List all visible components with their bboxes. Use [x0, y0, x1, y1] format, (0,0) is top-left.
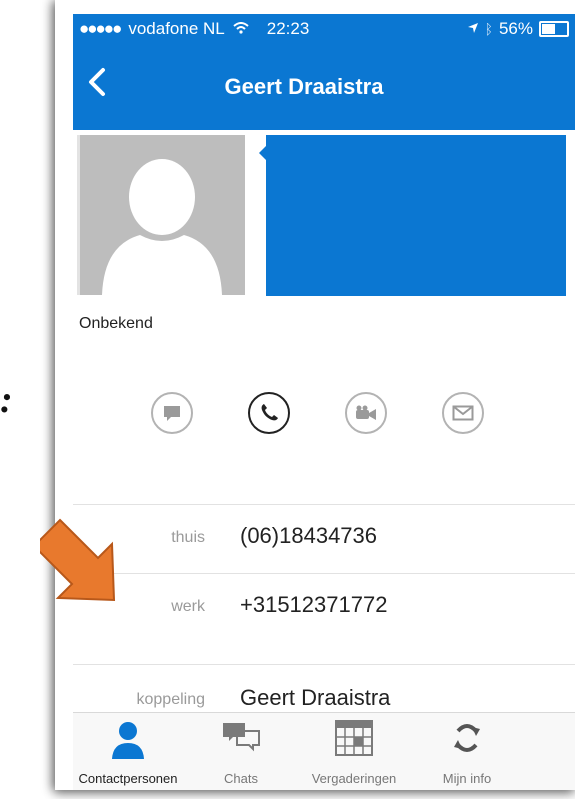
field-label: koppeling	[136, 691, 206, 708]
presence-bubble	[266, 135, 566, 296]
signal-dots-icon: ●●●●●	[79, 19, 122, 38]
chat-bubble-icon	[164, 406, 180, 421]
battery-icon	[539, 21, 569, 37]
tab-label: Chats	[224, 771, 258, 786]
contact-detail: Onbekend thuis (06)18434736 werk +315123…	[73, 130, 575, 790]
chat-button[interactable]	[151, 392, 193, 434]
envelope-icon	[452, 405, 474, 421]
avatar	[77, 135, 245, 295]
bluetooth-icon: ᛒ	[484, 21, 493, 37]
tab-label: Contactpersonen	[78, 771, 178, 786]
wifi-icon	[233, 19, 249, 39]
video-call-button[interactable]	[345, 392, 387, 434]
tab-chats[interactable]: Chats	[186, 713, 296, 790]
person-silhouette-icon	[102, 159, 222, 295]
sync-icon	[454, 724, 480, 752]
action-buttons	[73, 392, 575, 442]
status-bar: ●●●●● vodafone NL 22:23 ᛒ 56%	[73, 14, 575, 44]
call-button[interactable]	[248, 392, 290, 434]
page-title: Geert Draaistra	[224, 74, 384, 99]
carrier-label: vodafone NL	[128, 19, 225, 38]
chats-icon	[223, 723, 260, 752]
field-value: Geert Draaistra	[240, 685, 391, 710]
annotation-arrow-icon	[40, 518, 116, 602]
location-icon	[467, 19, 479, 39]
field-label: werk	[171, 598, 205, 615]
clock: 22:23	[266, 19, 310, 38]
battery-percent: 56%	[498, 19, 533, 38]
email-button[interactable]	[442, 392, 484, 434]
annotation-colon: :	[0, 379, 13, 421]
section-divider	[73, 664, 575, 665]
navigation-bar: Geert Draaistra	[73, 44, 575, 130]
avatar-caption: Onbekend	[79, 315, 153, 332]
phone-icon	[261, 404, 278, 421]
calendar-icon	[335, 720, 373, 756]
tab-mijn-info[interactable]: Mijn info	[412, 713, 522, 790]
tab-bar: Contactpersonen Chats Vergaderingen Mijn…	[73, 712, 575, 790]
field-value: (06)18434736	[240, 523, 378, 548]
video-camera-icon	[356, 405, 376, 420]
field-value: +31512371772	[240, 592, 388, 617]
person-icon	[112, 722, 144, 759]
phone-screen: ●●●●● vodafone NL 22:23 ᛒ 56% Geert Draa…	[55, 0, 575, 790]
tab-contactpersonen[interactable]: Contactpersonen	[73, 713, 183, 790]
tab-vergaderingen[interactable]: Vergaderingen	[299, 713, 409, 790]
tab-label: Vergaderingen	[311, 771, 397, 786]
field-label: thuis	[171, 529, 205, 546]
tab-label: Mijn info	[442, 771, 492, 786]
